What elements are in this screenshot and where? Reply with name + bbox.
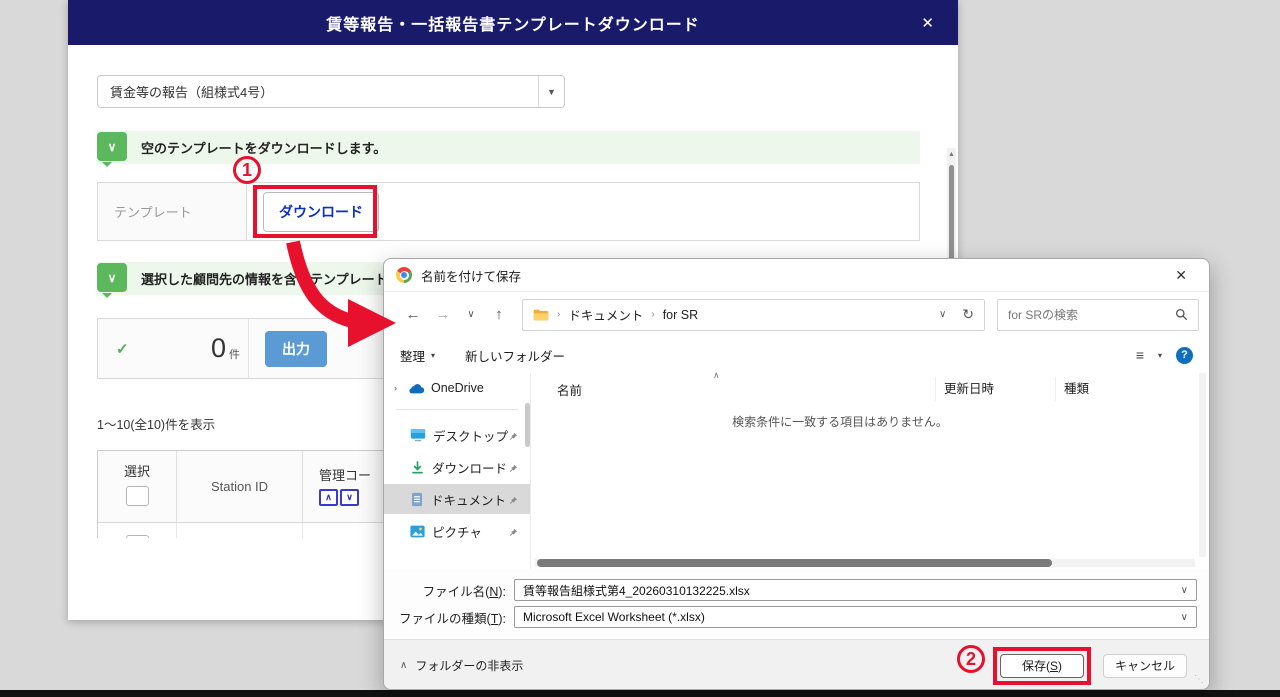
- sidebar-item-pictures[interactable]: ピクチャ: [384, 516, 530, 546]
- screen: 賃等報告・一括報告書テンプレートダウンロード ✕ 賃金等の報告（組様式4号） ▼…: [0, 0, 1280, 697]
- sidebar-scrollbar[interactable]: [525, 403, 530, 447]
- chevron-down-icon[interactable]: ▾: [1158, 351, 1162, 360]
- pictures-icon: [410, 525, 425, 537]
- breadcrumb-separator: ›: [557, 309, 561, 320]
- column-select: 選択: [123, 464, 150, 479]
- history-chevron-icon[interactable]: ∨: [458, 309, 484, 320]
- document-icon: [412, 492, 422, 506]
- organize-menu[interactable]: 整理 ▾: [400, 346, 435, 365]
- refresh-icon[interactable]: ↻: [962, 306, 974, 323]
- report-type-dropdown[interactable]: 賃金等の報告（組様式4号） ▼: [97, 75, 565, 108]
- address-bar[interactable]: › ドキュメント › for SR ∨ ↻: [522, 298, 985, 331]
- pin-icon: [508, 461, 518, 479]
- sidebar-item-downloads[interactable]: ダウンロード: [384, 452, 530, 482]
- address-chevron-icon[interactable]: ∨: [939, 309, 946, 320]
- empty-template-banner: ∨ 空のテンプレートをダウンロードします。: [97, 131, 920, 167]
- folder-icon: [533, 309, 549, 320]
- desktop-icon: [410, 429, 426, 442]
- count-unit: 件: [229, 348, 240, 361]
- chrome-icon: [396, 267, 412, 283]
- column-station-id: Station ID: [177, 451, 303, 522]
- pagination-text: 1～10(全10)件を表示: [97, 418, 216, 432]
- pin-icon: [508, 429, 518, 447]
- breadcrumb-for-sr[interactable]: for SR: [663, 308, 698, 322]
- scrollbar-thumb[interactable]: [537, 559, 1052, 567]
- dialog-titlebar: 名前を付けて保存 ✕: [384, 259, 1209, 292]
- breadcrumb-documents[interactable]: ドキュメント: [568, 305, 643, 324]
- banner-check-icon: ∨: [97, 263, 127, 298]
- view-list-icon[interactable]: ≡: [1136, 347, 1144, 363]
- template-row: テンプレート ダウンロード: [97, 182, 920, 241]
- modal-header: 賃等報告・一括報告書テンプレートダウンロード ✕: [68, 0, 958, 45]
- column-type[interactable]: 種類: [1055, 377, 1209, 401]
- filename-value: 賃等報告組様式第4_20260310132225.xlsx: [523, 583, 750, 598]
- filetype-value: Microsoft Excel Worksheet (*.xlsx): [523, 610, 705, 624]
- sidebar-item-desktop[interactable]: デスクトップ: [384, 420, 530, 450]
- column-name[interactable]: 名前: [557, 380, 935, 399]
- vertical-scrollbar[interactable]: [1199, 373, 1206, 557]
- dialog-title: 名前を付けて保存: [421, 269, 522, 284]
- row-checkbox[interactable]: [125, 535, 149, 538]
- back-icon[interactable]: ←: [398, 306, 428, 323]
- new-folder-button[interactable]: 新しいフォルダー: [465, 346, 565, 365]
- save-button[interactable]: 保存(S): [1000, 653, 1084, 678]
- search-input[interactable]: for SRの検索: [997, 298, 1199, 331]
- scroll-up-icon[interactable]: ▲: [947, 148, 956, 162]
- onedrive-cloud-icon: [409, 384, 425, 394]
- sidebar-item-onedrive[interactable]: › OneDrive: [384, 375, 530, 401]
- sort-asc-button[interactable]: ∧: [319, 489, 338, 506]
- empty-message: 検索条件に一致する項目はありません。: [732, 415, 948, 429]
- report-type-value: 賃金等の報告（組様式4号）: [110, 85, 274, 100]
- sidebar-divider: [396, 409, 518, 410]
- check-icon: ✓: [116, 340, 129, 358]
- filetype-select[interactable]: Microsoft Excel Worksheet (*.xlsx) ∨: [514, 606, 1197, 628]
- resize-grip[interactable]: ⋰: [1194, 674, 1204, 685]
- breadcrumb-separator: ›: [651, 309, 655, 320]
- search-placeholder: for SRの検索: [1008, 308, 1079, 322]
- help-icon[interactable]: ?: [1176, 346, 1193, 364]
- banner-check-icon: ∨: [97, 132, 127, 167]
- chevron-down-icon[interactable]: ∨: [1181, 585, 1188, 596]
- filename-input[interactable]: 賃等報告組様式第4_20260310132225.xlsx ∨: [514, 579, 1197, 601]
- modal-title: 賃等報告・一括報告書テンプレートダウンロード: [326, 16, 700, 34]
- selected-count: 0: [210, 333, 226, 363]
- empty-template-banner-text: 空のテンプレートをダウンロードします。: [141, 141, 387, 156]
- pin-icon: [508, 493, 518, 511]
- template-row-label: テンプレート: [98, 183, 247, 240]
- download-button[interactable]: ダウンロード: [263, 191, 379, 232]
- expand-chevron-icon[interactable]: ›: [394, 383, 408, 393]
- column-date-modified[interactable]: 更新日時: [935, 377, 1055, 401]
- dialog-toolbar: 整理 ▾ 新しいフォルダー ≡ ▾ ?: [384, 337, 1209, 373]
- chevron-down-icon[interactable]: ∨: [1181, 612, 1188, 623]
- save-highlight-box: 保存(S): [993, 646, 1091, 685]
- close-icon[interactable]: ✕: [1165, 265, 1197, 286]
- pin-icon: [508, 525, 518, 543]
- chevron-up-icon: ∧: [400, 660, 408, 671]
- forward-icon[interactable]: →: [428, 306, 458, 323]
- sort-desc-button[interactable]: ∨: [340, 489, 359, 506]
- output-button[interactable]: 出力: [265, 330, 327, 367]
- filename-label: ファイル名(N):: [422, 584, 506, 599]
- save-as-dialog: 名前を付けて保存 ✕ ← → ∨ ↑ › ドキュメント › for SR ∨ ↻…: [383, 258, 1210, 690]
- file-list: ∧ 名前 更新日時 種類 検索条件に一致する項目はありません。: [531, 370, 1209, 569]
- close-icon[interactable]: ✕: [913, 0, 942, 45]
- folder-sidebar: › OneDrive デスクトップ ダウンロード ドキュメント ピクチャ: [384, 373, 530, 569]
- sidebar-item-documents[interactable]: ドキュメント: [384, 484, 530, 514]
- filetype-label: ファイルの種類(T):: [399, 611, 506, 626]
- search-icon: [1175, 308, 1188, 321]
- chevron-down-icon[interactable]: ▼: [538, 76, 564, 107]
- hide-folders-button[interactable]: ∧ フォルダーの非表示: [400, 657, 523, 674]
- selected-template-banner-text: 選択した顧問先の情報を含むテンプレート: [141, 272, 388, 287]
- navigation-row: ← → ∨ ↑ › ドキュメント › for SR ∨ ↻ for SRの検索: [384, 292, 1209, 337]
- dialog-footer: ∧ フォルダーの非表示 保存(S) キャンセル ⋰: [384, 639, 1209, 689]
- select-all-checkbox[interactable]: [125, 486, 149, 506]
- file-list-header: 名前 更新日時 種類: [531, 377, 1209, 401]
- file-name-section: ファイル名(N): 賃等報告組様式第4_20260310132225.xlsx …: [384, 569, 1209, 639]
- cancel-button[interactable]: キャンセル: [1103, 653, 1187, 678]
- horizontal-scrollbar[interactable]: [535, 559, 1195, 567]
- chevron-down-icon: ▾: [431, 350, 436, 360]
- up-icon[interactable]: ↑: [484, 306, 514, 323]
- download-icon: [412, 460, 423, 473]
- sort-caret-icon: ∧: [713, 370, 720, 380]
